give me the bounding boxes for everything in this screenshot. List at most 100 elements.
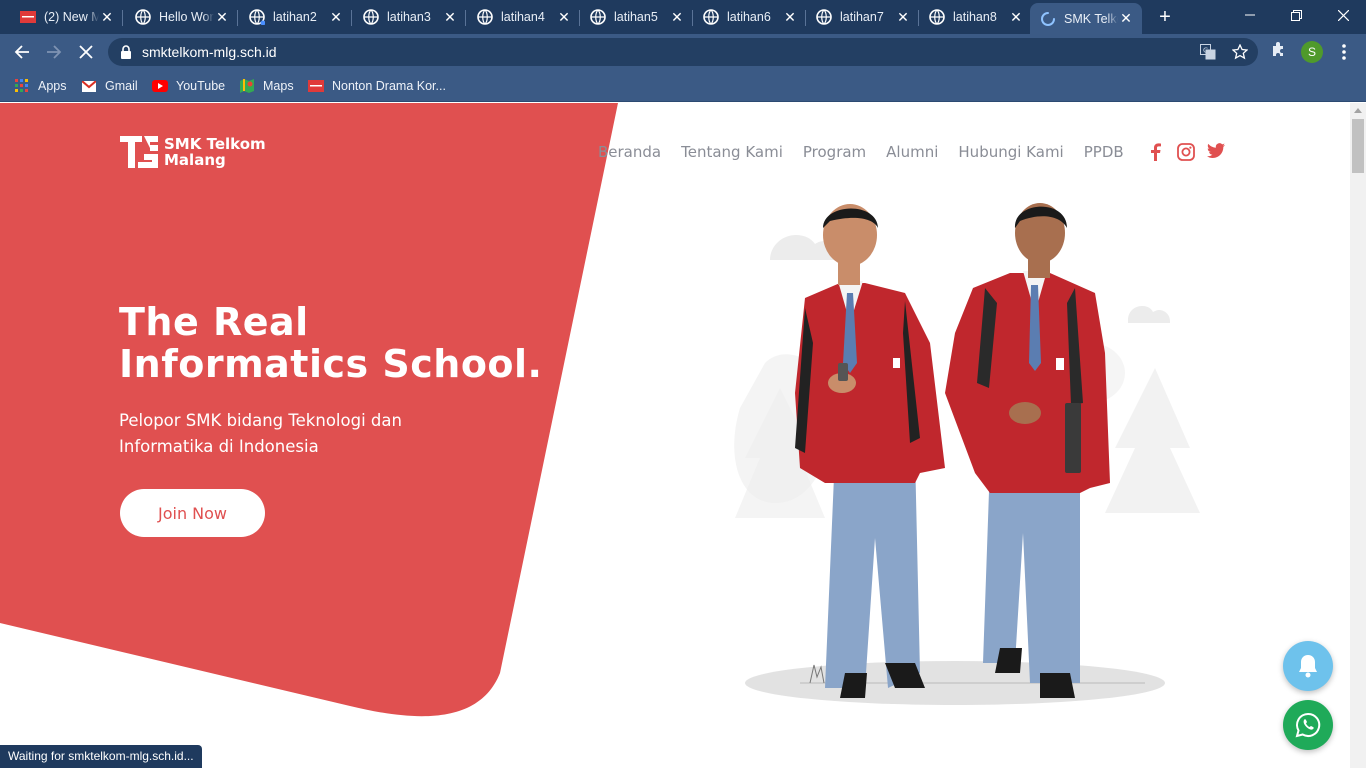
stop-loading-button[interactable] — [74, 40, 98, 64]
logo-line-2: Malang — [164, 151, 226, 169]
translate-icon[interactable]: G — [1200, 44, 1216, 65]
bookmark-maps[interactable]: Maps — [239, 76, 294, 96]
hero-subtitle: Pelopor SMK bidang Teknologi dan Informa… — [119, 408, 449, 460]
tab-5[interactable]: latihan5 ✕ — [570, 3, 693, 31]
tab-0[interactable]: (2) New Message ✕ — [0, 3, 123, 31]
youtube-icon — [152, 78, 168, 94]
red-bar-icon — [20, 9, 36, 25]
tab-active[interactable]: SMK Telkom Malang ✕ — [1030, 3, 1142, 34]
tab-3[interactable]: latihan3 ✕ — [343, 3, 466, 31]
close-icon[interactable]: ✕ — [328, 9, 344, 25]
bookmark-label: YouTube — [176, 79, 226, 93]
nav-alumni[interactable]: Alumni — [886, 143, 938, 161]
loading-spinner-icon — [1040, 11, 1056, 27]
tab-title: Hello World — [159, 10, 214, 24]
red-bar-icon — [308, 78, 324, 94]
bell-icon — [1299, 655, 1317, 678]
tree-shape — [1105, 368, 1200, 513]
tab-title: latihan8 — [953, 10, 997, 24]
scroll-up-arrow-icon[interactable] — [1354, 108, 1362, 113]
bookmark-star-icon[interactable] — [1231, 43, 1249, 65]
status-bar: Waiting for smktelkom-mlg.sch.id... — [0, 745, 202, 768]
tab-title: latihan7 — [840, 10, 884, 24]
extensions-puzzle-icon[interactable] — [1271, 41, 1287, 62]
telkom-logo-icon — [120, 136, 158, 168]
bookmark-label: Apps — [38, 79, 67, 93]
restore-button[interactable] — [1273, 0, 1319, 30]
globe-icon — [363, 9, 379, 25]
page-viewport: SMK Telkom Malang Beranda Tentang Kami P… — [0, 103, 1350, 768]
bookmark-youtube[interactable]: YouTube — [152, 76, 225, 96]
address-bar[interactable]: smktelkom-mlg.sch.id G — [108, 38, 1258, 66]
hero-subtitle-line-1: Pelopor SMK bidang Teknologi dan — [119, 411, 402, 430]
instagram-icon[interactable] — [1177, 143, 1195, 166]
site-logo[interactable]: SMK Telkom Malang — [120, 133, 266, 171]
close-icon[interactable]: ✕ — [99, 9, 115, 25]
whatsapp-button[interactable] — [1283, 700, 1333, 750]
facebook-icon[interactable] — [1149, 143, 1161, 166]
whatsapp-icon — [1295, 712, 1321, 738]
tab-strip: (2) New Message ✕ Hello World ✕ latihan2… — [0, 0, 1366, 34]
nav-hubungi-kami[interactable]: Hubungi Kami — [958, 143, 1063, 161]
logo-line-1: SMK Telkom — [164, 135, 266, 153]
close-icon[interactable]: ✕ — [214, 9, 230, 25]
browser-toolbar: smktelkom-mlg.sch.id G S — [0, 34, 1366, 70]
tab-title: latihan6 — [727, 10, 771, 24]
notification-bell-button[interactable] — [1283, 641, 1333, 691]
hero-title-line-2: Informatics School. — [119, 342, 543, 386]
close-icon[interactable]: ✕ — [1118, 10, 1134, 27]
browser-menu-icon[interactable] — [1336, 42, 1352, 62]
url-text[interactable]: smktelkom-mlg.sch.id — [142, 44, 277, 60]
globe-icon — [249, 9, 265, 25]
close-icon[interactable]: ✕ — [1008, 9, 1024, 25]
hero-title: The Real Informatics School. — [119, 301, 543, 385]
bookmark-label: Maps — [263, 79, 294, 93]
minimize-button[interactable] — [1227, 0, 1273, 30]
bookmark-gmail[interactable]: Gmail — [81, 76, 138, 96]
forward-button[interactable] — [42, 40, 66, 64]
close-window-button[interactable] — [1320, 0, 1366, 30]
tab-8[interactable]: latihan8 ✕ — [909, 3, 1032, 31]
globe-icon — [135, 9, 151, 25]
profile-avatar[interactable]: S — [1301, 41, 1323, 63]
hero-title-line-1: The Real — [119, 300, 309, 344]
tab-4[interactable]: latihan4 ✕ — [457, 3, 580, 31]
close-icon[interactable]: ✕ — [442, 9, 458, 25]
hero-subtitle-line-2: Informatika di Indonesia — [119, 437, 319, 456]
tab-7[interactable]: latihan7 ✕ — [796, 3, 919, 31]
bookmark-nonton-drama[interactable]: Nonton Drama Kor... — [308, 76, 446, 96]
bookmark-apps[interactable]: Apps — [14, 76, 67, 96]
svg-text:G: G — [1203, 47, 1208, 55]
tab-title: latihan5 — [614, 10, 658, 24]
main-nav: Beranda Tentang Kami Program Alumni Hubu… — [598, 143, 1144, 161]
lock-icon[interactable] — [120, 45, 132, 64]
tab-title: latihan2 — [273, 10, 317, 24]
tab-title: latihan3 — [387, 10, 431, 24]
new-tab-button[interactable]: + — [1155, 7, 1175, 27]
tab-6[interactable]: latihan6 ✕ — [683, 3, 806, 31]
tab-1[interactable]: Hello World ✕ — [115, 3, 238, 31]
tab-2[interactable]: latihan2 ✕ — [229, 3, 352, 31]
globe-icon — [816, 9, 832, 25]
tab-title: latihan4 — [501, 10, 545, 24]
join-now-button[interactable]: Join Now — [120, 489, 265, 537]
tab-title: (2) New Message — [44, 10, 99, 24]
globe-icon — [929, 9, 945, 25]
globe-icon — [477, 9, 493, 25]
gmail-icon — [81, 78, 97, 94]
bookmark-label: Nonton Drama Kor... — [332, 79, 446, 93]
maps-icon — [239, 78, 255, 94]
cloud-shape — [1128, 306, 1170, 323]
students-hero-image — [734, 203, 1200, 705]
globe-icon — [590, 9, 606, 25]
scrollbar-thumb[interactable] — [1352, 119, 1364, 173]
apps-grid-icon — [14, 78, 30, 94]
twitter-icon[interactable] — [1207, 143, 1225, 164]
back-button[interactable] — [10, 40, 34, 64]
nav-ppdb[interactable]: PPDB — [1084, 143, 1124, 161]
page-scrollbar[interactable] — [1350, 103, 1366, 768]
nav-beranda[interactable]: Beranda — [598, 143, 661, 161]
student-left — [795, 204, 945, 698]
nav-tentang-kami[interactable]: Tentang Kami — [681, 143, 783, 161]
nav-program[interactable]: Program — [803, 143, 866, 161]
